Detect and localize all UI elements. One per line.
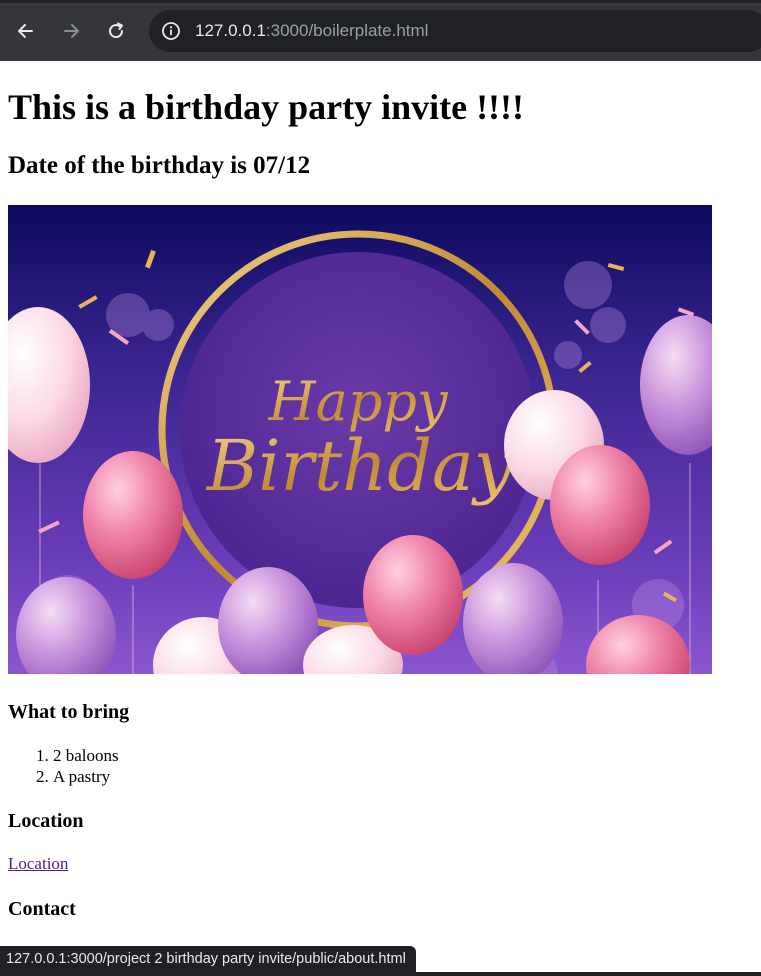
what-to-bring-heading: What to bring	[8, 701, 130, 723]
hero-text-happy: Happy	[268, 370, 449, 433]
forward-button[interactable]	[57, 17, 85, 45]
location-link[interactable]: Location	[8, 854, 68, 874]
date-heading: Date of the birthday is 07/12	[8, 152, 311, 179]
birthday-banner-image: Happy Birthday	[8, 205, 712, 674]
site-info-icon[interactable]	[159, 19, 183, 43]
window-bottom-edge	[0, 972, 761, 976]
list-item: A pastry	[53, 766, 119, 787]
page-title: This is a birthday party invite !!!!	[8, 87, 525, 127]
browser-toolbar: 127.0.0.1:3000/boilerplate.html	[0, 0, 761, 61]
url-path: :3000/boilerplate.html	[265, 21, 429, 40]
hero-text-birthday: Birthday	[205, 425, 515, 507]
contact-heading: Contact	[8, 898, 76, 920]
address-bar[interactable]: 127.0.0.1:3000/boilerplate.html	[149, 10, 761, 52]
reload-icon	[109, 22, 124, 39]
arrow-left-icon	[18, 24, 33, 38]
back-button[interactable]	[12, 17, 40, 45]
reload-button[interactable]	[102, 17, 130, 45]
url-host: 127.0.0.1	[195, 21, 266, 40]
link-status-bubble: 127.0.0.1:3000/project 2 birthday party …	[0, 946, 416, 972]
arrow-right-icon	[64, 24, 79, 38]
location-heading: Location	[8, 810, 84, 832]
bring-list: 2 baloons A pastry	[8, 745, 119, 787]
url-text[interactable]: 127.0.0.1:3000/boilerplate.html	[195, 21, 428, 41]
list-item: 2 baloons	[53, 745, 119, 766]
